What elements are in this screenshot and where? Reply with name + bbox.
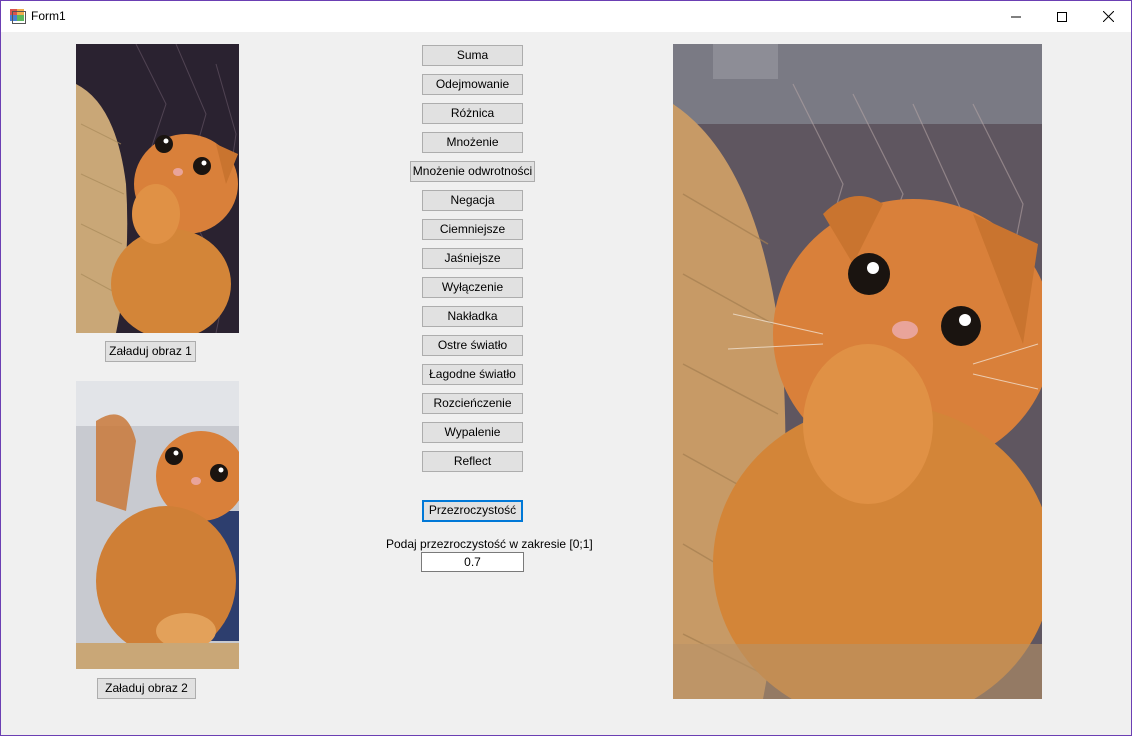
- op-nakladka-button[interactable]: Nakładka: [422, 306, 523, 327]
- op-wypalenie-button[interactable]: Wypalenie: [422, 422, 523, 443]
- form-client-area: Załaduj obraz 1 Załaduj obraz 2 Suma Ode…: [1, 32, 1131, 735]
- maximize-icon: [1057, 11, 1067, 22]
- minimize-button[interactable]: [993, 1, 1039, 32]
- winforms-app-icon: [10, 9, 26, 24]
- image-2-picturebox: [76, 381, 239, 669]
- op-wylaczenie-button[interactable]: Wyłączenie: [422, 277, 523, 298]
- op-ostre-swiatlo-button[interactable]: Ostre światło: [422, 335, 523, 356]
- result-blended-photo: [673, 44, 1042, 699]
- op-mnozenie-button[interactable]: Mnożenie: [422, 132, 523, 153]
- op-ciemniejsze-button[interactable]: Ciemniejsze: [422, 219, 523, 240]
- title-bar[interactable]: Form1: [1, 1, 1131, 32]
- cat-photo-1: [76, 44, 239, 333]
- window-title: Form1: [31, 9, 66, 23]
- op-lagodne-swiatlo-button[interactable]: Łagodne światło: [422, 364, 523, 385]
- maximize-button[interactable]: [1039, 1, 1085, 32]
- close-button[interactable]: [1085, 1, 1131, 32]
- transparency-prompt-label: Podaj przezroczystość w zakresie [0;1]: [386, 537, 593, 551]
- op-negacja-button[interactable]: Negacja: [422, 190, 523, 211]
- op-mnozenie-odwrotnosci-button[interactable]: Mnożenie odwrotności: [410, 161, 535, 182]
- op-reflect-button[interactable]: Reflect: [422, 451, 523, 472]
- op-suma-button[interactable]: Suma: [422, 45, 523, 66]
- cat-photo-2: [76, 381, 239, 669]
- transparency-value-input[interactable]: 0.7: [421, 552, 524, 572]
- op-roznica-button[interactable]: Różnica: [422, 103, 523, 124]
- image-1-picturebox: [76, 44, 239, 333]
- form-window: Form1 Załaduj obraz 1 Załaduj obraz 2 Su…: [0, 0, 1132, 736]
- result-image-picturebox: [673, 44, 1042, 699]
- close-icon: [1102, 11, 1114, 22]
- load-image-2-button[interactable]: Załaduj obraz 2: [97, 678, 196, 699]
- op-jasniejsze-button[interactable]: Jaśniejsze: [422, 248, 523, 269]
- op-rozcienczenie-button[interactable]: Rozcieńczenie: [422, 393, 523, 414]
- op-odejmowanie-button[interactable]: Odejmowanie: [422, 74, 523, 95]
- transparency-button[interactable]: Przezroczystość: [422, 500, 523, 522]
- minimize-icon: [1011, 16, 1021, 17]
- load-image-1-button[interactable]: Załaduj obraz 1: [105, 341, 196, 362]
